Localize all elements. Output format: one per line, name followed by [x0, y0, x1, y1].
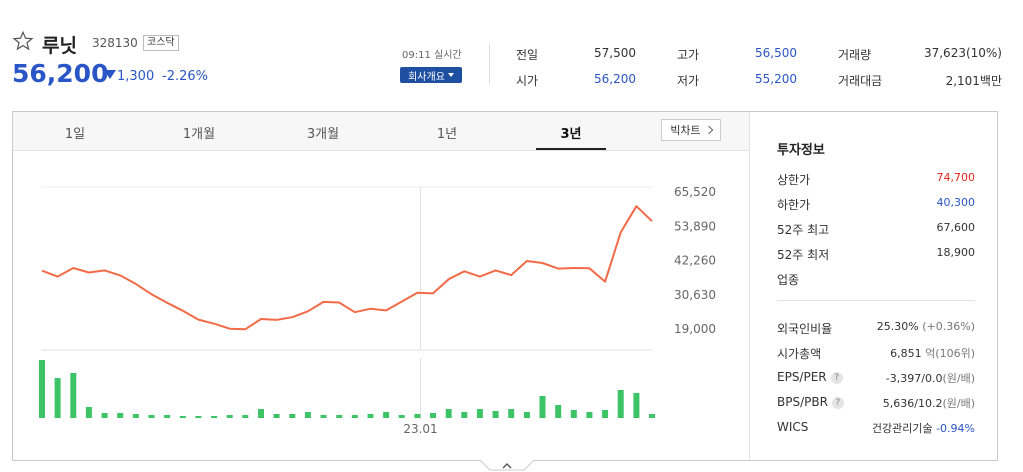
side-divider: [749, 112, 750, 460]
foreign-ratio-change: (+0.36%): [922, 320, 975, 333]
volume-bar: [179, 416, 186, 418]
price-line: [41, 205, 653, 331]
week52-high-value: 67,600: [936, 221, 976, 234]
foreign-ratio: 25.30%: [876, 320, 919, 333]
volume-bar: [367, 414, 374, 418]
collapse-toggle[interactable]: [480, 460, 534, 472]
volume-bar: [492, 411, 499, 418]
bps-pbr-label: BPS/PBR?: [777, 395, 844, 409]
volume-bar: [383, 412, 390, 418]
volume-bar: [304, 412, 311, 418]
help-icon[interactable]: ?: [830, 371, 843, 384]
bps-pbr-label-text: BPS/PBR: [777, 395, 828, 409]
volume-bar: [398, 415, 405, 418]
y-tick-label: 65,520: [674, 185, 716, 199]
y-tick-label: 19,000: [674, 322, 716, 336]
volume-bar: [523, 412, 530, 418]
volume-bar: [85, 407, 92, 418]
y-tick-label: 42,260: [674, 254, 716, 268]
y-tick-label: 30,630: [674, 288, 716, 302]
volume-bar: [539, 396, 546, 418]
x-tick-label: 23.01: [403, 422, 437, 436]
market-cap-unit: 억(106위): [925, 347, 975, 360]
wics-change: -0.94%: [936, 422, 975, 435]
info-divider: [777, 300, 975, 301]
wics-industry[interactable]: 건강관리기술: [872, 422, 933, 435]
investment-info-title: 투자정보: [777, 143, 825, 158]
eps-per-label: EPS/PER?: [777, 370, 843, 384]
eps-per-label-text: EPS/PER: [777, 370, 827, 384]
volume-bar: [101, 413, 108, 418]
volume-bar: [508, 409, 515, 418]
volume-bar: [117, 413, 124, 418]
volume-bar: [242, 415, 249, 418]
wics-value: 건강관리기술 -0.94%: [860, 420, 975, 436]
volume-bar: [39, 360, 45, 418]
volume-bar: [258, 409, 264, 418]
upper-limit-label: 상한가: [777, 173, 811, 187]
lower-limit-value: 40,300: [936, 196, 976, 209]
foreign-ratio-label: 외국인비율: [777, 322, 833, 336]
volume-bar: [70, 373, 77, 418]
bps-pbr-value: 5,636/10.2(원/배): [860, 395, 975, 411]
volume-bar: [555, 405, 562, 418]
volume-bar: [461, 412, 468, 418]
volume-bar: [430, 413, 436, 418]
volume-bar: [602, 410, 609, 418]
volume-bar: [54, 378, 61, 418]
volume-bar: [445, 409, 452, 418]
week52-low-value: 18,900: [936, 246, 976, 259]
volume-bar: [226, 415, 233, 418]
upper-limit-value: 74,700: [936, 171, 976, 184]
eps-per-unit: (원/배): [942, 372, 975, 385]
market-cap-value: 6,851 억(106위): [860, 345, 975, 361]
volume-bar: [164, 415, 171, 418]
volume-bar: [414, 414, 421, 418]
volume-bar: [586, 412, 593, 418]
volume-bar: [273, 414, 280, 418]
volume-bar: [289, 414, 296, 418]
eps-per: -3,397/0.0: [885, 372, 943, 385]
wics-label: WICS: [777, 420, 809, 434]
market-cap: 6,851: [890, 347, 922, 360]
volume-bar: [336, 415, 343, 418]
help-icon[interactable]: ?: [831, 396, 844, 409]
volume-bar: [211, 416, 218, 418]
foreign-ratio-value: 25.30% (+0.36%): [860, 320, 975, 333]
volume-bar: [476, 409, 483, 418]
volume-bar: [132, 414, 139, 418]
lower-limit-label: 하한가: [777, 198, 811, 212]
y-tick-label: 53,890: [674, 219, 716, 233]
eps-per-value: -3,397/0.0(원/배): [860, 370, 975, 386]
industry-label: 업종: [777, 273, 800, 287]
volume-bar: [649, 414, 655, 418]
week52-low-label: 52주 최저: [777, 248, 830, 262]
volume-bar: [351, 415, 358, 418]
market-cap-label: 시가총액: [777, 347, 822, 361]
volume-bar: [148, 415, 155, 418]
volume-bar: [320, 415, 327, 418]
volume-bar: [617, 390, 624, 418]
volume-bar: [633, 393, 640, 418]
week52-high-label: 52주 최고: [777, 223, 830, 237]
volume-bar: [195, 416, 202, 418]
volume-bar: [570, 410, 577, 418]
bps-pbr: 5,636/10.2: [882, 397, 943, 410]
bps-pbr-unit: (원/배): [942, 397, 975, 410]
